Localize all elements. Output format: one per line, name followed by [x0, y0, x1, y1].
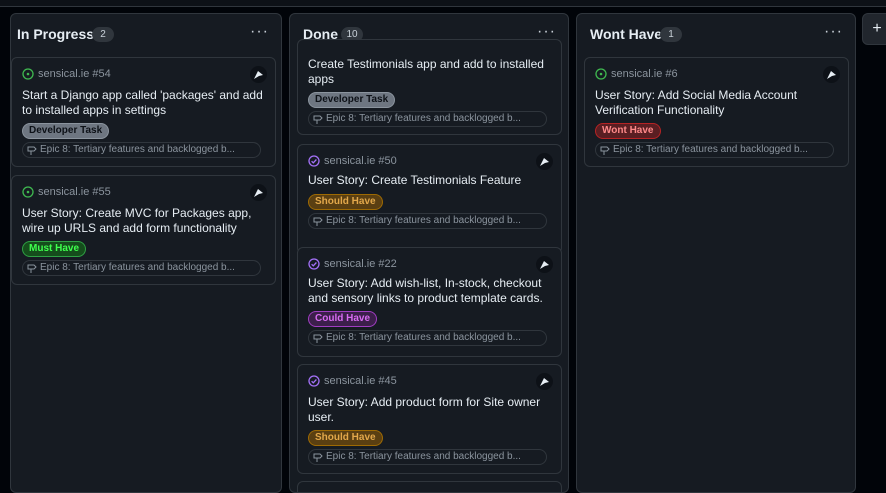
column-menu-button[interactable]: ··· [250, 23, 269, 41]
label-badge[interactable]: Developer Task [22, 123, 110, 139]
column-title: In Progress [17, 26, 95, 42]
label-badge[interactable]: Could Have [308, 311, 378, 327]
issue-meta: sensical.ie #6 [595, 68, 678, 80]
issue-card[interactable]: sensical.ie #54 Start a Django app calle… [11, 57, 276, 167]
column-header: Wont Have 1 ··· [577, 14, 855, 54]
milestone-icon [313, 115, 323, 124]
issue-title[interactable]: User Story: Add product form for Site ow… [308, 395, 551, 424]
issue-opened-icon [595, 68, 607, 80]
issue-card[interactable]: sensical.ie #45 User Story: Add product … [297, 364, 562, 474]
assignee-avatar[interactable] [823, 66, 840, 83]
issue-card[interactable]: sensical.ie #22 User Story: Add wish-lis… [297, 247, 562, 357]
milestone-icon [313, 334, 323, 343]
milestone-icon [313, 453, 323, 462]
column-title: Wont Have [590, 26, 663, 42]
add-column-button[interactable]: + [862, 13, 886, 45]
epic-field[interactable]: Epic 8: Tertiary features and backlogged… [308, 330, 547, 346]
epic-field[interactable]: Epic 8: Tertiary features and backlogged… [22, 142, 261, 158]
issue-reference-link[interactable]: sensical.ie #22 [324, 258, 397, 270]
epic-label: Epic 8: Tertiary features and backlogged… [40, 144, 235, 155]
assignee-avatar[interactable] [536, 256, 553, 273]
epic-field[interactable]: Epic 8: Tertiary features and backlogged… [308, 111, 547, 127]
column-header: In Progress 2 ··· [11, 14, 281, 54]
epic-label: Epic 8: Tertiary features and backlogged… [40, 262, 235, 273]
issue-card[interactable]: sensical.ie #6 User Story: Add Social Me… [584, 57, 849, 167]
label-badge[interactable]: Should Have [308, 194, 383, 210]
issue-closed-icon [308, 375, 320, 387]
column-count-badge: 2 [92, 27, 114, 42]
issue-title[interactable]: User Story: Add Social Media Account Ver… [595, 88, 838, 117]
epic-label: Epic 8: Tertiary features and backlogged… [613, 144, 808, 155]
issue-opened-icon [22, 186, 34, 198]
epic-label: Epic 8: Tertiary features and backlogged… [326, 451, 521, 462]
issue-reference-link[interactable]: sensical.ie #54 [38, 68, 111, 80]
issue-closed-icon [308, 155, 320, 167]
label-badge[interactable]: Developer Task [308, 92, 396, 108]
top-bar [0, 0, 886, 7]
epic-field[interactable]: Epic 8: Tertiary features and backlogged… [308, 213, 547, 229]
assignee-avatar[interactable] [536, 373, 553, 390]
milestone-icon [27, 264, 37, 273]
issue-card[interactable]: sensical.ie #50 User Story: Create Testi… [297, 144, 562, 254]
assignee-avatar[interactable] [536, 153, 553, 170]
column-in-progress: In Progress 2 ··· sensical.ie #54 Start … [10, 13, 282, 493]
issue-meta: sensical.ie #54 [22, 68, 111, 80]
issue-meta: sensical.ie #45 [308, 375, 397, 387]
issue-card[interactable]: sensical.ie #55 User Story: Create MVC f… [11, 175, 276, 285]
issue-meta: sensical.ie #22 [308, 258, 397, 270]
assignee-avatar[interactable] [250, 66, 267, 83]
epic-field[interactable]: Epic 8: Tertiary features and backlogged… [308, 449, 547, 465]
column-menu-button[interactable]: ··· [824, 23, 843, 41]
label-badge[interactable]: Should Have [308, 430, 383, 446]
issue-closed-icon [308, 258, 320, 270]
milestone-icon [27, 146, 37, 155]
epic-field[interactable]: Epic 8: Tertiary features and backlogged… [595, 142, 834, 158]
issue-meta: sensical.ie #55 [22, 186, 111, 198]
issue-title[interactable]: User Story: Create MVC for Packages app,… [22, 206, 265, 235]
label-badge[interactable]: Wont Have [595, 123, 661, 139]
issue-title[interactable]: Start a Django app called 'packages' and… [22, 88, 265, 117]
epic-label: Epic 8: Tertiary features and backlogged… [326, 215, 521, 226]
milestone-icon [600, 146, 610, 155]
column-wont-have: Wont Have 1 ··· sensical.ie #6 User Stor… [576, 13, 856, 493]
issue-title[interactable]: User Story: Add wish-list, In-stock, che… [308, 276, 551, 305]
column-done: Done 10 ··· Create Testimonials app and … [289, 13, 569, 493]
issue-reference-link[interactable]: sensical.ie #50 [324, 155, 397, 167]
issue-reference-link[interactable]: sensical.ie #45 [324, 375, 397, 387]
plus-icon: + [872, 20, 882, 37]
issue-title[interactable]: User Story: Create Testimonials Feature [308, 173, 551, 188]
epic-field[interactable]: Epic 8: Tertiary features and backlogged… [22, 260, 261, 276]
epic-label: Epic 8: Tertiary features and backlogged… [326, 332, 521, 343]
issue-reference-link[interactable]: sensical.ie #55 [38, 186, 111, 198]
assignee-avatar[interactable] [250, 184, 267, 201]
label-badge[interactable]: Must Have [22, 241, 87, 257]
epic-label: Epic 8: Tertiary features and backlogged… [326, 113, 521, 124]
issue-title[interactable]: Create Testimonials app and add to insta… [308, 57, 551, 86]
issue-reference-link[interactable]: sensical.ie #6 [611, 68, 678, 80]
issue-card[interactable]: Create Testimonials app and add to insta… [297, 39, 562, 135]
issue-meta: sensical.ie #50 [308, 155, 397, 167]
issue-opened-icon [22, 68, 34, 80]
column-count-badge: 1 [660, 27, 682, 42]
milestone-icon [313, 217, 323, 226]
